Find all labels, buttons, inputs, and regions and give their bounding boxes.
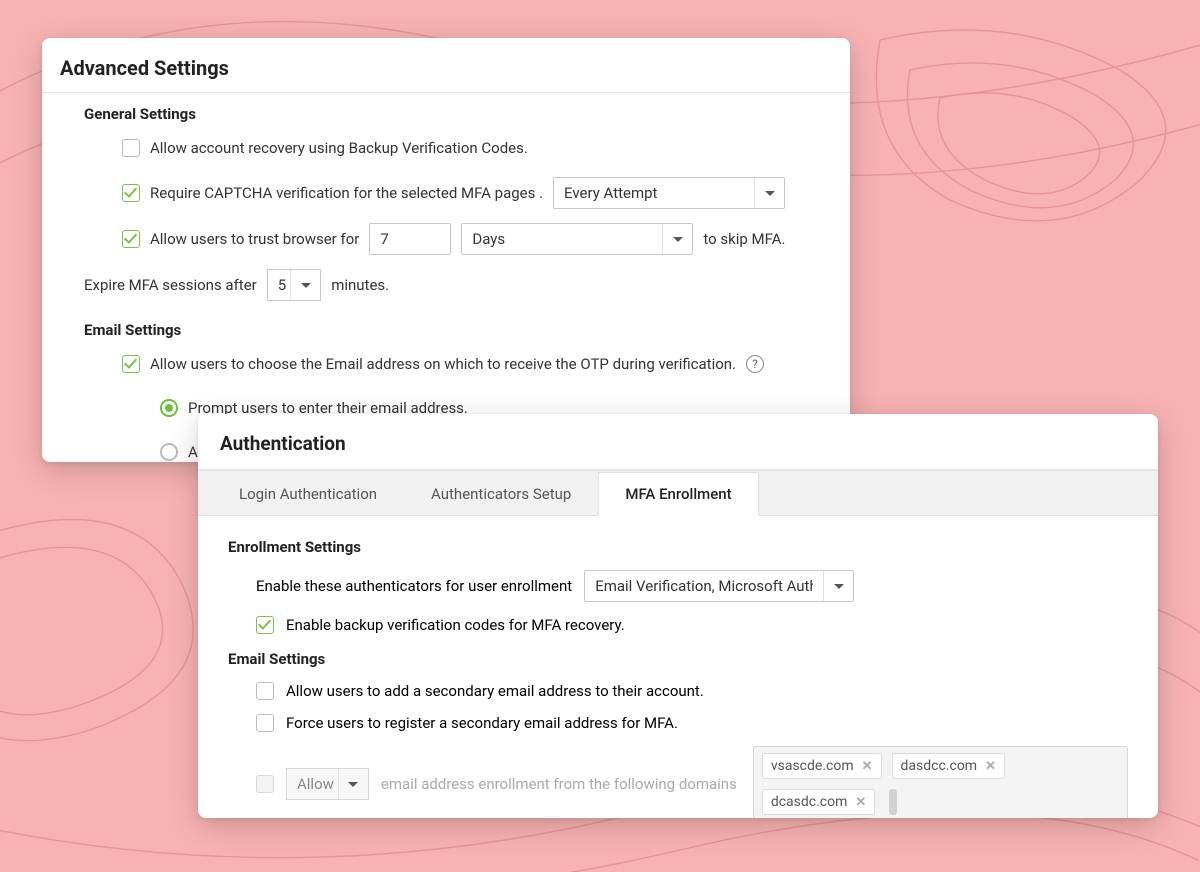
trust-browser-label-a: Allow users to trust browser for bbox=[150, 230, 359, 248]
close-icon[interactable]: ✕ bbox=[985, 759, 996, 774]
auth-email-heading: Email Settings bbox=[228, 650, 1128, 668]
advanced-email-heading: Email Settings bbox=[84, 321, 812, 339]
allow-secondary-email-label: Allow users to add a secondary email add… bbox=[286, 682, 704, 700]
enrollment-settings-heading: Enrollment Settings bbox=[228, 538, 1128, 556]
authentication-tabbar: Login Authentication Authenticators Setu… bbox=[198, 470, 1158, 516]
force-secondary-email-label: Force users to register a secondary emai… bbox=[286, 714, 678, 732]
expire-mfa-label-b: minutes. bbox=[331, 276, 389, 294]
captcha-frequency-value: Every Attempt bbox=[564, 184, 657, 202]
require-captcha-label: Require CAPTCHA verification for the sel… bbox=[150, 184, 543, 202]
enable-authenticators-label: Enable these authenticators for user enr… bbox=[256, 577, 572, 595]
general-settings-heading: General Settings bbox=[84, 105, 812, 123]
close-icon[interactable]: ✕ bbox=[862, 759, 873, 774]
scrollbar-icon[interactable] bbox=[889, 789, 897, 815]
domain-mode-select[interactable]: Allow bbox=[286, 768, 369, 800]
require-captcha-checkbox[interactable] bbox=[122, 184, 140, 202]
close-icon[interactable]: ✕ bbox=[855, 795, 866, 810]
expire-mfa-label-a: Expire MFA sessions after bbox=[84, 276, 257, 294]
allow-backup-codes-checkbox[interactable] bbox=[122, 139, 140, 157]
tab-login-authentication[interactable]: Login Authentication bbox=[212, 472, 404, 516]
trust-browser-checkbox[interactable] bbox=[122, 230, 140, 248]
trust-browser-duration-input[interactable]: 7 bbox=[369, 223, 451, 255]
expire-mfa-minutes-select[interactable]: 5 bbox=[267, 269, 321, 301]
domain-token: vsascde.com ✕ bbox=[762, 753, 882, 779]
domain-token-box[interactable]: vsascde.com ✕ dasdcc.com ✕ dcasdc.com ✕ bbox=[753, 746, 1128, 818]
trust-browser-unit-select[interactable]: Days bbox=[461, 223, 693, 255]
captcha-frequency-select[interactable]: Every Attempt bbox=[553, 177, 785, 209]
domain-enrollment-checkbox bbox=[256, 775, 274, 793]
choose-email-label: Allow users to choose the Email address … bbox=[150, 355, 736, 373]
tab-mfa-enrollment[interactable]: MFA Enrollment bbox=[598, 472, 758, 516]
authentication-panel: Authentication Login Authentication Auth… bbox=[198, 414, 1158, 818]
allow-backup-codes-label: Allow account recovery using Backup Veri… bbox=[150, 139, 528, 157]
enable-authenticators-select[interactable]: Email Verification, Microsoft Authenti bbox=[584, 570, 854, 602]
advanced-settings-panel: Advanced Settings General Settings Allow… bbox=[42, 38, 850, 462]
allow-secondary-email-checkbox[interactable] bbox=[256, 682, 274, 700]
trust-browser-unit-value: Days bbox=[472, 230, 505, 248]
allow-email-radio[interactable] bbox=[160, 443, 178, 461]
help-icon[interactable]: ? bbox=[746, 355, 764, 373]
choose-email-checkbox[interactable] bbox=[122, 355, 140, 373]
domain-enrollment-label: email address enrollment from the follow… bbox=[381, 775, 737, 793]
domain-token: dcasdc.com ✕ bbox=[762, 789, 875, 815]
enable-backup-codes-label: Enable backup verification codes for MFA… bbox=[286, 616, 625, 634]
advanced-settings-title: Advanced Settings bbox=[42, 38, 850, 93]
prompt-email-radio[interactable] bbox=[160, 399, 178, 417]
domain-token: dasdcc.com ✕ bbox=[892, 753, 1005, 779]
tab-authenticators-setup[interactable]: Authenticators Setup bbox=[404, 472, 598, 516]
enable-authenticators-value: Email Verification, Microsoft Authenti bbox=[595, 577, 813, 595]
enable-backup-codes-checkbox[interactable] bbox=[256, 616, 274, 634]
authentication-title: Authentication bbox=[198, 414, 1158, 470]
trust-browser-label-b: to skip MFA. bbox=[703, 230, 785, 248]
force-secondary-email-checkbox[interactable] bbox=[256, 714, 274, 732]
